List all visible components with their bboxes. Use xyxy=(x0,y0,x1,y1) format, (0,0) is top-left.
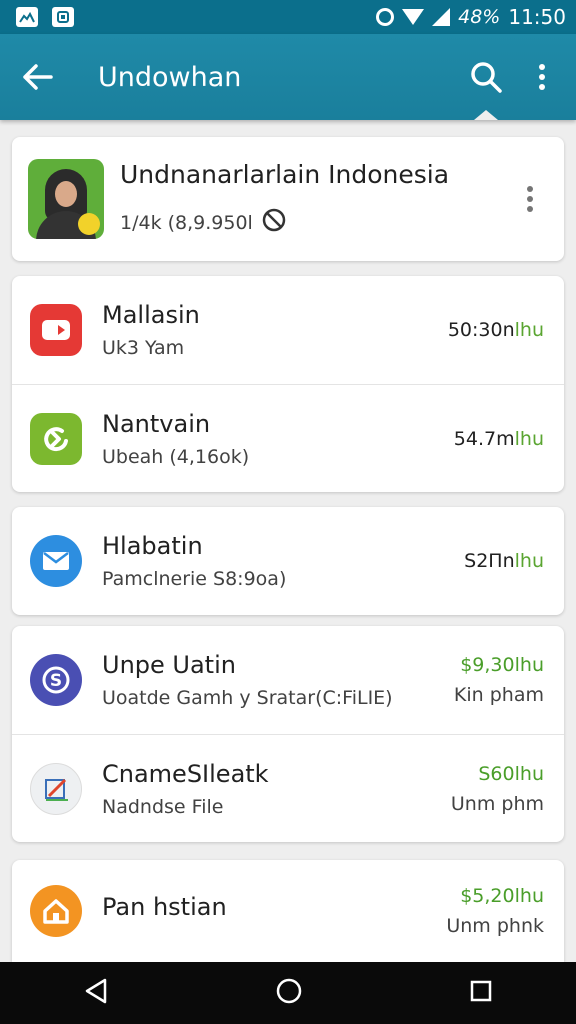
refresh-arrow-icon xyxy=(30,412,82,465)
header-title: Undnanarlarlain Indonesia xyxy=(120,160,450,189)
battery-text: 48% xyxy=(458,6,501,28)
app-price: 54.7m xyxy=(453,427,515,450)
pencil-chart-icon xyxy=(30,762,82,815)
app-extra: Unm phm xyxy=(450,792,544,815)
app-price-unit: lhu xyxy=(514,427,544,450)
list-item[interactable]: S Unpe Uatin Uoatde Gamh y Sratar(C:FiLI… xyxy=(12,626,564,734)
app-price-unit: lhu xyxy=(514,762,544,785)
app-bar: Undowhan xyxy=(0,34,576,120)
app-price: $9,30 xyxy=(460,654,515,676)
app-name: Mallasin xyxy=(102,301,200,329)
header-more-icon[interactable] xyxy=(510,185,550,213)
app-name: Unpe Uatin xyxy=(102,651,236,679)
app-group-1: Mallasin Uk3 Yam 50:30nlhu Nantvain Ubea… xyxy=(12,276,564,492)
signal-icon xyxy=(432,8,451,26)
header-card[interactable]: Undnanarlarlain Indonesia 1/4k (8,9.950l xyxy=(12,137,564,261)
avatar xyxy=(28,159,104,239)
page-title: Undowhan xyxy=(98,61,242,93)
sync-s-icon: S xyxy=(30,654,82,706)
app-price: 50:30n xyxy=(447,319,515,341)
search-icon[interactable] xyxy=(458,34,514,120)
app-group-3: S Unpe Uatin Uoatde Gamh y Sratar(C:FiLI… xyxy=(12,626,564,842)
list-item[interactable]: CnameSIleatk Nadndse File S60lhu Unm phm xyxy=(12,734,564,842)
header-stats: 1/4k (8,9.950l xyxy=(120,211,253,234)
recents-square-icon[interactable] xyxy=(469,979,493,1007)
app-name: CnameSIleatk xyxy=(102,759,269,788)
app-price: S60 xyxy=(478,762,515,785)
app-name: Nantvain xyxy=(102,409,211,438)
navigation-bar xyxy=(0,962,576,1024)
home-circle-icon[interactable] xyxy=(275,977,303,1009)
app-price-unit: lhu xyxy=(514,885,544,907)
no-entry-icon xyxy=(261,207,287,238)
status-bar: 48% 11:50 xyxy=(0,0,576,34)
gallery-icon xyxy=(16,7,38,27)
app-name: Hlabatin xyxy=(102,532,203,560)
app-subtitle: Uoatde Gamh y Sratar(C:FiLIE) xyxy=(102,687,393,709)
app-subtitle: Ubeah (4,16ok) xyxy=(102,445,250,468)
app-price-unit: lhu xyxy=(514,319,544,341)
alarm-icon xyxy=(376,8,395,26)
svg-text:S: S xyxy=(50,671,62,691)
list-item[interactable]: Pan hstian $5,20lhu Unm phnk xyxy=(12,860,564,962)
app-extra: Unm phnk xyxy=(446,915,544,937)
app-notification-icon xyxy=(52,7,74,27)
app-subtitle: Pamclnerie S8:9oa) xyxy=(102,568,287,590)
mail-icon xyxy=(30,535,82,587)
video-icon xyxy=(30,304,82,356)
clock: 11:50 xyxy=(508,5,566,29)
wifi-icon xyxy=(402,9,425,25)
list-item[interactable]: Hlabatin Pamclnerie S8:9oa) S2Πnlhu xyxy=(12,507,564,615)
app-subtitle: Nadndse File xyxy=(102,795,224,818)
app-price: $5,20 xyxy=(460,885,515,907)
app-price-unit: lhu xyxy=(514,550,544,572)
app-group-4: Pan hstian $5,20lhu Unm phnk xyxy=(12,860,564,962)
app-price-unit: lhu xyxy=(514,654,544,676)
more-vert-icon[interactable] xyxy=(514,34,570,120)
arrow-back-icon[interactable] xyxy=(0,34,76,120)
back-triangle-icon[interactable] xyxy=(83,977,109,1009)
app-subtitle: Uk3 Yam xyxy=(102,337,185,359)
home-icon xyxy=(30,885,82,937)
app-price: S2Πn xyxy=(464,550,515,572)
app-group-2: Hlabatin Pamclnerie S8:9oa) S2Πnlhu xyxy=(12,507,564,615)
app-name: Pan hstian xyxy=(102,893,227,921)
app-extra: Kin pham xyxy=(453,684,544,706)
list-item[interactable]: Nantvain Ubeah (4,16ok) 54.7mlhu xyxy=(12,384,564,492)
list-item[interactable]: Mallasin Uk3 Yam 50:30nlhu xyxy=(12,276,564,384)
